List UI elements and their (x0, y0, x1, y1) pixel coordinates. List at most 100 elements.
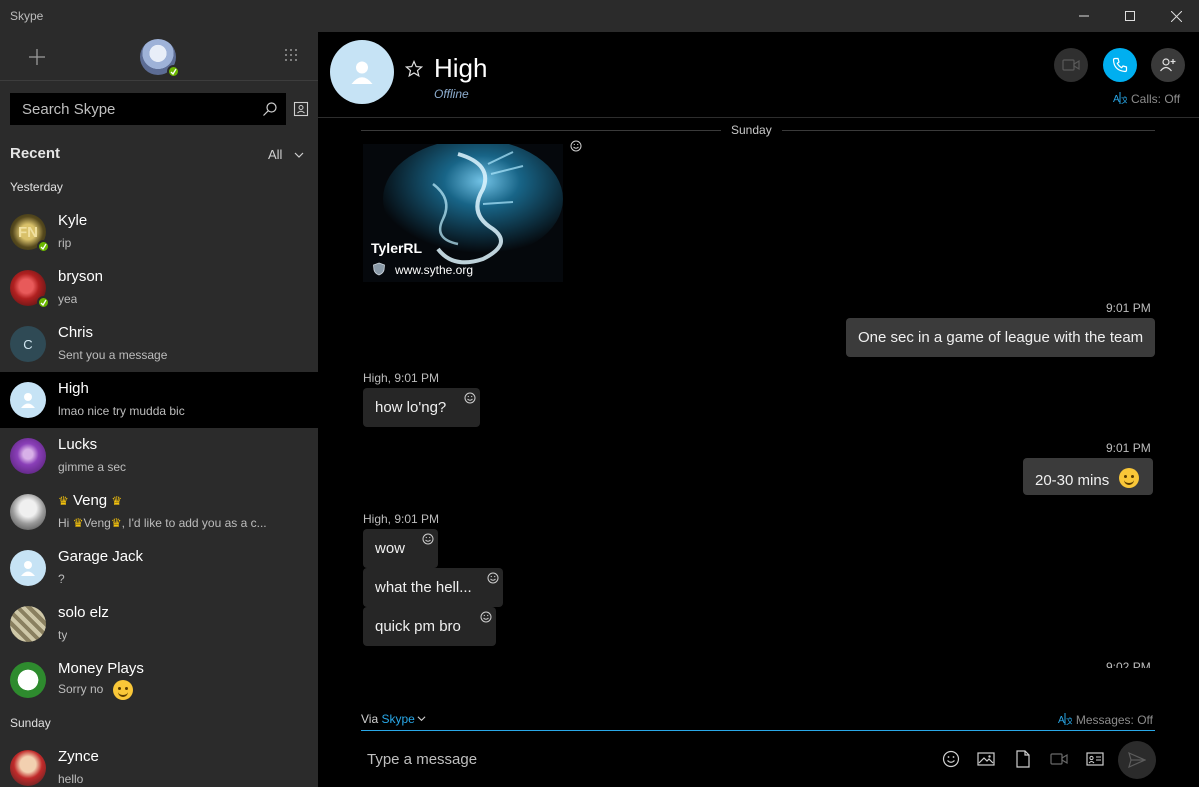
online-status-icon (37, 296, 50, 309)
recent-heading: Recent (10, 145, 61, 162)
group-label-sunday: Sunday (10, 716, 51, 730)
avatar (10, 438, 46, 474)
conversation-name: solo elz (58, 604, 109, 621)
message-text: 20-30 mins (1035, 472, 1110, 489)
audio-call-button[interactable] (1103, 48, 1137, 82)
messages-translator-status[interactable]: A 文 Messages: Off (1058, 712, 1153, 727)
chat-header: High Offline A 文 Calls: Off (318, 32, 1199, 118)
message-sender-time: High, 9:01 PM (363, 512, 440, 526)
calls-translator-status[interactable]: A 文 Calls: Off (1113, 91, 1180, 106)
avatar (10, 494, 46, 530)
video-message-icon (1050, 753, 1068, 765)
compose-divider (361, 730, 1155, 731)
contact-avatar[interactable] (330, 40, 394, 104)
svg-text:A: A (1058, 715, 1065, 726)
online-status-icon (167, 65, 180, 78)
dragon-image (363, 144, 563, 282)
add-people-button[interactable] (1151, 48, 1185, 82)
calls-status-text: Calls: Off (1131, 92, 1181, 106)
recent-filter-dropdown[interactable]: All (268, 147, 282, 162)
conversation-preview: hello (58, 772, 84, 786)
conversation-preview: lmao nice try mudda bic (58, 404, 185, 418)
maximize-icon (1125, 11, 1135, 21)
message-bubble-outgoing[interactable]: 20-30 mins (1023, 458, 1153, 495)
send-file-button[interactable] (1014, 750, 1032, 768)
crown-icon: ♛ (110, 516, 122, 530)
conversation-name: Kyle (58, 212, 88, 229)
video-message-button[interactable] (1050, 750, 1068, 768)
share-contact-button[interactable] (1086, 750, 1104, 768)
preview-name: Veng (83, 516, 111, 530)
conversation-name: Garage Jack (58, 548, 144, 565)
crown-icon: ♛ (58, 494, 69, 508)
dialpad-button[interactable] (284, 48, 298, 62)
send-button[interactable] (1118, 741, 1156, 779)
conversation-item-garage-jack[interactable]: Garage Jack ? (0, 540, 318, 596)
star-icon[interactable] (405, 60, 423, 78)
message-timestamp: 9:01 PM (1106, 301, 1151, 315)
conversation-item-chris[interactable]: C Chris Sent you a message (0, 316, 318, 372)
conversation-preview: ty (58, 628, 68, 642)
default-avatar-icon (10, 382, 46, 418)
app-title: Skype (10, 9, 44, 23)
avatar (10, 606, 46, 642)
link-card-title: TylerRL (371, 240, 423, 256)
conversation-name: Chris (58, 324, 94, 341)
conversation-item-lucks[interactable]: Lucks gimme a sec (0, 428, 318, 484)
conversation-item-kyle[interactable]: FN Kyle rip (0, 204, 318, 260)
conversation-name: Zynce (58, 748, 99, 765)
conversation-preview: gimme a sec (58, 460, 127, 474)
minimize-icon (1079, 15, 1089, 17)
message-bubble-outgoing[interactable]: One sec in a game of league with the tea… (846, 318, 1156, 357)
message-timestamp: 9:02 PM (1106, 660, 1151, 668)
chat-title[interactable]: High (434, 53, 487, 84)
image-icon (977, 752, 995, 766)
avatar (10, 662, 46, 698)
link-card-url[interactable]: www.sythe.org (395, 263, 473, 277)
close-icon (1170, 10, 1182, 22)
group-label-yesterday: Yesterday (10, 180, 63, 194)
chevron-down-icon[interactable] (294, 150, 304, 160)
message-bubble-incoming[interactable]: quick pm bro (363, 607, 496, 646)
plus-icon (29, 49, 45, 65)
message-bubble-incoming[interactable]: how lo'ng? (363, 388, 480, 427)
message-list[interactable]: TylerRL www.sythe.org 9:01 PM One sec in… (318, 140, 1199, 668)
conversation-item-money-plays[interactable]: Money Plays Sorry no (0, 652, 318, 708)
conversation-item-solo-elz[interactable]: solo elz ty (0, 596, 318, 652)
conversation-name: bryson (58, 268, 104, 285)
search-box (10, 93, 286, 125)
smile-emoji-icon (1119, 468, 1140, 488)
translator-icon: A文 (1058, 713, 1072, 726)
conversation-item-bryson[interactable]: bryson yea (0, 260, 318, 316)
conversation-item-zynce[interactable]: Zynce hello (0, 740, 318, 787)
search-input[interactable] (10, 93, 286, 125)
add-reaction-icon[interactable] (464, 392, 476, 404)
link-preview-card[interactable]: TylerRL www.sythe.org (363, 144, 563, 282)
avatar (10, 750, 46, 786)
search-icon[interactable] (262, 101, 278, 117)
add-reaction-icon[interactable] (480, 611, 492, 623)
svg-text:A: A (1113, 94, 1120, 105)
via-service-selector[interactable]: Via Skype (361, 712, 426, 726)
new-chat-button[interactable] (24, 44, 50, 70)
crown-icon: ♛ (111, 494, 123, 508)
add-reaction-icon[interactable] (422, 533, 434, 545)
maximize-button[interactable] (1107, 0, 1153, 32)
send-image-button[interactable] (977, 750, 995, 768)
svg-text:文: 文 (1066, 716, 1072, 726)
message-input[interactable] (361, 744, 921, 774)
minimize-button[interactable] (1061, 0, 1107, 32)
add-reaction-icon[interactable] (487, 572, 499, 584)
conversation-item-high[interactable]: High lmao nice try mudda bic (0, 372, 318, 428)
close-button[interactable] (1153, 0, 1199, 32)
my-profile-avatar[interactable] (140, 39, 180, 78)
conversation-item-veng[interactable]: ♛ Veng ♛ Hi ♛Veng♛, I'd like to add you … (0, 484, 318, 540)
video-call-button[interactable] (1054, 48, 1088, 82)
message-bubble-incoming[interactable]: what the hell... (363, 568, 503, 607)
add-reaction-icon[interactable] (570, 140, 582, 152)
chat-panel: High Offline A 文 Calls: Off Sunday Tyler… (318, 32, 1199, 787)
emoji-button[interactable] (942, 750, 960, 768)
contacts-icon[interactable] (293, 101, 309, 117)
via-service: Skype (381, 712, 415, 726)
crown-icon: ♛ (72, 516, 84, 530)
